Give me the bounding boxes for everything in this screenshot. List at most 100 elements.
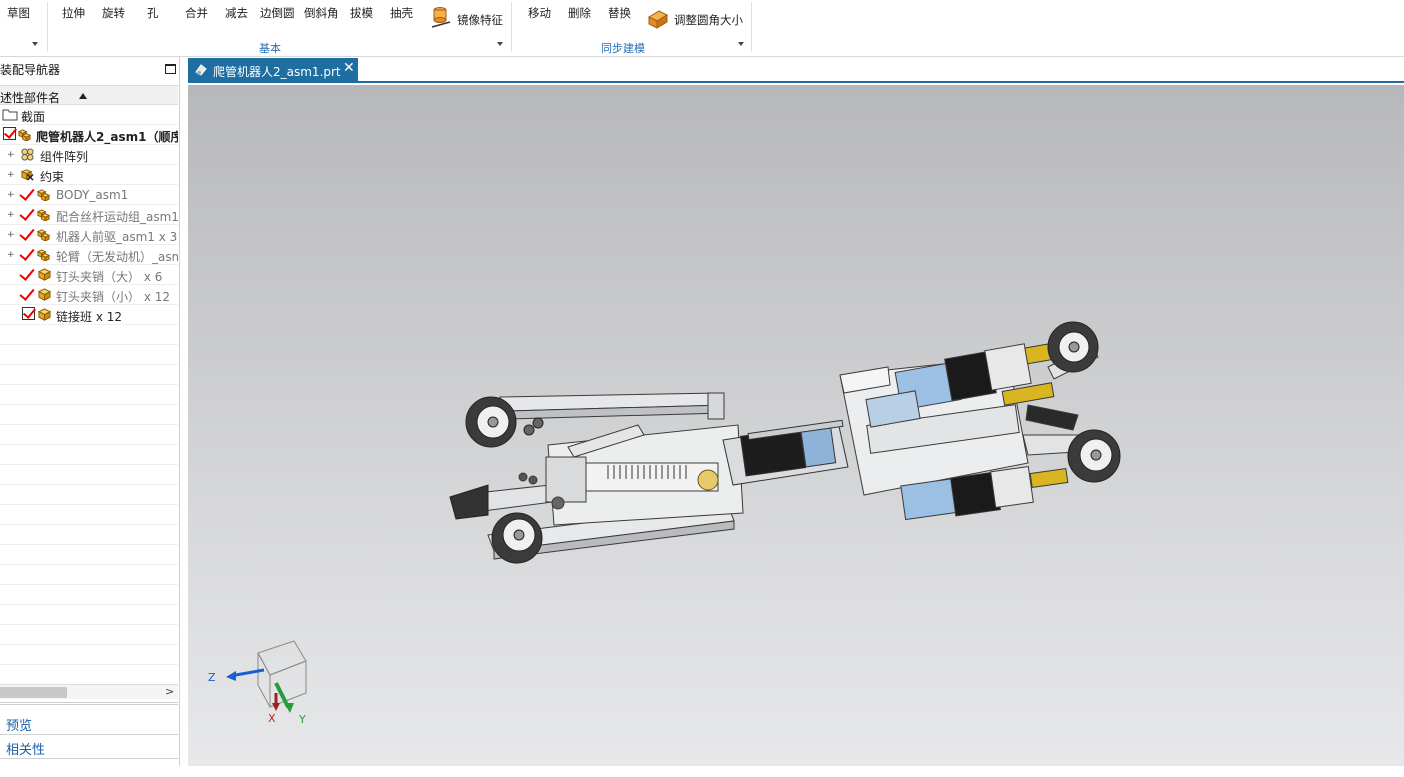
tree-row-empty (0, 465, 178, 485)
mirror-feature-icon[interactable] (430, 6, 452, 28)
navigator-tree: 截面 爬管机器人2_asm1（顺序 + 组件阵列 + 约束 + BODY_asm… (0, 105, 178, 685)
unite-button[interactable]: 合并 (185, 5, 208, 21)
tree-row-empty (0, 585, 178, 605)
column-header-label: 述性部件名 (0, 91, 61, 105)
tree-row-empty (0, 345, 178, 365)
revolve-button[interactable]: 旋转 (102, 5, 125, 21)
tree-row-empty (0, 425, 178, 445)
tree-row-label: 组件阵列 (40, 150, 89, 164)
robot-assembly-model[interactable] (188, 85, 1404, 766)
panel-divider (0, 702, 178, 703)
subassembly-icon (37, 249, 50, 261)
shell-button[interactable]: 抽壳 (390, 5, 413, 21)
expand-icon[interactable]: + (7, 150, 15, 160)
horizontal-scrollbar[interactable]: > (0, 684, 178, 699)
constraint-icon (21, 169, 34, 181)
ribbon-separator (47, 2, 48, 52)
visibility-check-icon[interactable] (20, 227, 30, 241)
resize-blend-icon[interactable] (647, 7, 669, 29)
component-pattern-icon (21, 148, 34, 161)
tree-row-constraints[interactable]: + 约束 (0, 165, 178, 185)
dependencies-section[interactable]: 相关性 (6, 739, 45, 758)
tree-row-wheel-arm[interactable]: + 轮臂（无发动机）_asm (0, 245, 178, 265)
visibility-check-icon[interactable] (20, 187, 30, 201)
edge-blend-button[interactable]: 边倒圆 (260, 5, 295, 21)
tree-row-label: 轮臂（无发动机）_asm (56, 250, 178, 264)
expand-icon[interactable]: + (7, 230, 15, 240)
expand-icon[interactable]: + (7, 210, 15, 220)
tree-row-sections[interactable]: 截面 (0, 105, 178, 125)
panel-divider (0, 704, 178, 705)
extrude-button[interactable]: 拉伸 (62, 5, 85, 21)
delete-face-button[interactable]: 删除 (568, 5, 591, 21)
preview-section[interactable]: 预览 (6, 715, 32, 734)
middle-drive (722, 419, 849, 486)
chamfer-button[interactable]: 倒斜角 (304, 5, 339, 21)
y-axis-label: Y (299, 713, 306, 726)
part-icon (38, 308, 51, 321)
subassembly-icon (37, 189, 50, 201)
subtract-button[interactable]: 减去 (225, 5, 248, 21)
ribbon-separator (511, 2, 512, 52)
expand-icon[interactable]: + (7, 170, 15, 180)
basic-group-dropdown[interactable] (497, 42, 503, 46)
scrollbar-thumb[interactable] (0, 687, 67, 698)
sync-group-dropdown[interactable] (738, 42, 744, 46)
tree-row-label: BODY_asm1 (56, 188, 129, 202)
tree-row-component-pattern[interactable]: + 组件阵列 (0, 145, 178, 165)
tree-row-robot-front-drive[interactable]: + 机器人前驱_asm1 x 3 (0, 225, 178, 245)
visibility-check-icon[interactable] (20, 247, 30, 261)
tree-row-empty (0, 325, 178, 345)
subassembly-icon (37, 229, 50, 241)
tree-row-pin-small[interactable]: 钉头夹销（小） x 12 (0, 285, 178, 305)
tree-row-label: 截面 (21, 110, 46, 124)
visibility-check-icon[interactable] (20, 267, 30, 281)
tree-row-label: 链接班 x 12 (56, 310, 123, 324)
tree-row-top-assembly[interactable]: 爬管机器人2_asm1（顺序 (0, 125, 178, 145)
draft-button[interactable]: 拔模 (350, 5, 373, 21)
tree-row-body-asm[interactable]: + BODY_asm1 (0, 185, 178, 205)
graphics-viewport[interactable]: Z X Y (188, 85, 1404, 766)
tree-row-label: 钉头夹销（小） x 12 (56, 290, 171, 304)
tree-row-label: 配合丝杆运动组_asm1 (56, 210, 178, 224)
ribbon-toolbar: 草图 拉伸 旋转 孔 合并 减去 边倒圆 倒斜角 拔模 抽壳 镜像特征 基本 移… (0, 0, 1404, 57)
sort-ascending-icon[interactable] (79, 93, 87, 99)
tree-row-empty (0, 605, 178, 625)
tree-row-empty (0, 525, 178, 545)
column-header[interactable]: 述性部件名 (0, 85, 178, 105)
tree-row-label: 钉头夹销（大） x 6 (56, 270, 163, 284)
move-face-button[interactable]: 移动 (528, 5, 551, 21)
tree-row-empty (0, 565, 178, 585)
visibility-checkbox[interactable] (3, 127, 16, 140)
document-tab[interactable]: 爬管机器人2_asm1.prt ✕ (188, 58, 358, 83)
tree-row-empty (0, 385, 178, 405)
tree-row-empty (0, 665, 178, 685)
sketch-group-dropdown[interactable] (32, 42, 38, 46)
document-tab-title: 爬管机器人2_asm1.prt (213, 65, 341, 79)
close-tab-icon[interactable]: ✕ (343, 60, 355, 76)
scroll-right-icon[interactable]: > (165, 685, 174, 698)
assembly-navigator-panel: 装配导航器 述性部件名 截面 爬管机器人2_asm1（顺序 + 组件阵列 + 约… (0, 57, 180, 777)
part-icon (38, 288, 51, 301)
tree-row-screw-motion-group[interactable]: + 配合丝杆运动组_asm1 (0, 205, 178, 225)
expand-icon[interactable]: + (7, 190, 15, 200)
tree-row-empty (0, 625, 178, 645)
z-axis-label: Z (208, 671, 216, 684)
replace-face-button[interactable]: 替换 (608, 5, 631, 21)
tree-row-link-plate[interactable]: 链接班 x 12 (0, 305, 178, 325)
tree-row-label: 机器人前驱_asm1 x 3 (56, 230, 178, 244)
sketch-button[interactable]: 草图 (7, 5, 30, 21)
expand-icon[interactable]: + (7, 250, 15, 260)
visibility-check-icon[interactable] (20, 207, 30, 221)
mirror-feature-button[interactable]: 镜像特征 (457, 12, 503, 28)
x-axis-label: X (268, 712, 276, 725)
tree-row-empty (0, 485, 178, 505)
tree-row-pin-large[interactable]: 钉头夹销（大） x 6 (0, 265, 178, 285)
resize-blend-button[interactable]: 调整圆角大小 (674, 12, 743, 28)
visibility-check-icon[interactable] (20, 287, 30, 301)
panel-divider (0, 758, 178, 759)
hole-button[interactable]: 孔 (147, 5, 159, 21)
visibility-checkbox[interactable] (22, 307, 35, 320)
ribbon-separator (751, 2, 752, 52)
maximize-icon[interactable] (165, 64, 176, 74)
